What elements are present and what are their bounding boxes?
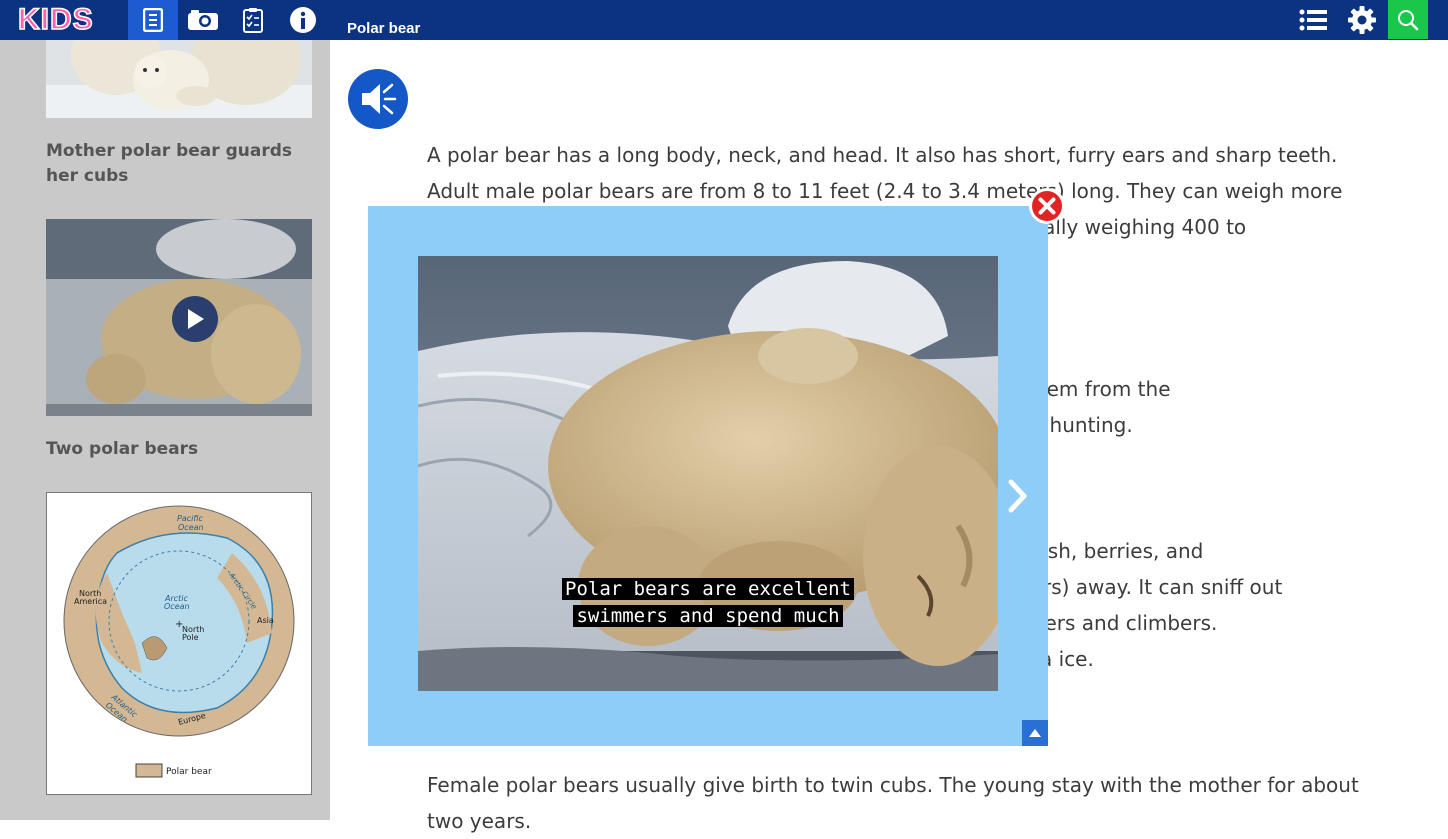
subtitle-line: swimmers and spend much [573,605,843,627]
caption-mother-bear: Mother polar bear guards her cubs [46,141,292,186]
chevron-right-icon [1008,479,1027,513]
paragraph-line: Adult male polar bears are from 8 to 11 … [427,179,1343,203]
gear-icon [1348,6,1376,34]
map-label-pacific: Pacific [177,514,204,523]
article-icon [143,8,163,32]
contents-button[interactable] [1288,0,1338,40]
next-media-button[interactable] [1002,476,1032,516]
polar-bear-range-map: Pacific Ocean Arctic Circle North Americ… [47,493,311,794]
paragraph-line: A polar bear has a long body, neck, and … [427,143,1338,167]
subtitle-line: Polar bears are excellent [562,578,854,600]
svg-text:Ocean: Ocean [164,602,190,611]
media-button[interactable] [178,0,228,40]
checklist-icon [243,8,263,33]
paragraph-line: two years. [427,809,532,833]
map-legend-label: Polar bear [166,767,212,777]
camera-icon [188,10,218,30]
info-icon [290,7,316,33]
map-label-asia: Asia [257,616,274,625]
top-navigation-bar: KIDS Polar bear [0,0,1448,40]
video-subtitles: Polar bears are excellent swimmers and s… [418,576,998,630]
activities-button[interactable] [228,0,278,40]
triangle-up-icon [1029,729,1041,737]
paragraph-line: Female polar bears usually give birth to… [427,773,1359,797]
thumbnail-video-two-bears[interactable] [46,219,312,416]
thumbnail-range-map[interactable]: Pacific Ocean Arctic Circle North Americ… [46,492,312,795]
close-button[interactable] [1028,187,1066,225]
search-icon [1398,9,1419,30]
video-lightbox: Polar bears are excellent swimmers and s… [368,188,1065,746]
play-icon [188,309,204,329]
svg-text:America: America [74,597,107,606]
article-paragraph-cubs: Female polar bears usually give birth to… [427,767,1377,839]
map-label-pacific-ocean: Ocean [178,523,204,532]
svg-text:Pole: Pole [182,633,199,642]
read-aloud-button[interactable] [348,69,408,129]
speaker-icon [362,83,397,115]
video-player[interactable]: Polar bears are excellent swimmers and s… [418,256,998,691]
scroll-top-button[interactable] [1022,720,1048,746]
close-icon [1029,188,1065,224]
media-sidebar: Mother polar bear guards her cubs Two po… [0,0,330,820]
list-icon [1299,9,1327,31]
search-button[interactable] [1388,0,1428,39]
settings-button[interactable] [1337,0,1387,40]
caption-two-bears: Two polar bears [46,439,199,459]
article-button[interactable] [128,0,178,40]
page-title: Polar bear [347,20,421,37]
kids-logo[interactable]: KIDS [17,2,94,37]
play-button[interactable] [172,296,218,342]
info-button[interactable] [278,0,328,40]
